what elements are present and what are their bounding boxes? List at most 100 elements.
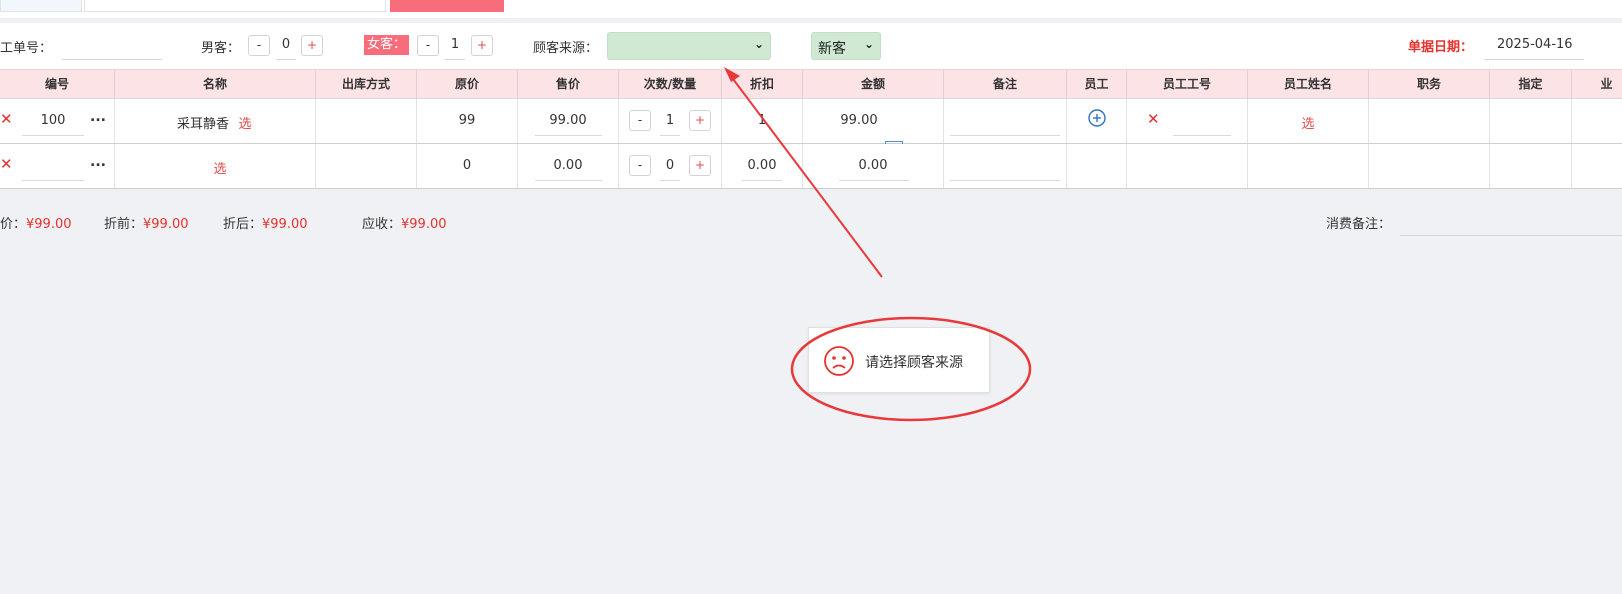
pick-employee-link[interactable]: 选 (1248, 113, 1368, 132)
discount-value[interactable]: 1 (722, 113, 802, 128)
employee-cell (1067, 144, 1127, 188)
qty-cell: - 1 + (619, 99, 722, 143)
female-count[interactable]: 1 (445, 37, 465, 52)
qty-value[interactable]: 1 (660, 113, 680, 128)
employee-no-input[interactable] (1173, 135, 1231, 136)
item-name: 采耳静香 (176, 117, 229, 132)
male-label: 男客： (201, 41, 241, 56)
qty-cell: - 0 + (619, 144, 722, 188)
column-header: 金额 (803, 70, 944, 99)
order-form-row: 工单号： 男客： - 0 + 女客： - 1 + 顾客来源： ⌄ 新客 ⌄ 单据… (0, 23, 1622, 69)
employee-no-cell (1127, 144, 1248, 188)
column-header: 次数/数量 (619, 70, 722, 99)
price-value[interactable]: 0.00 (518, 158, 618, 173)
table-header: 编号 名称 出库方式 原价 售价 次数/数量 折扣 金额 备注 员工 员工工号 … (0, 69, 1622, 99)
before-discount-summary: 折前：¥99.00 (104, 213, 189, 232)
female-count-underline (445, 59, 465, 60)
amount-value: 0.00 (858, 158, 888, 173)
orig-price-value: 0 (462, 158, 472, 173)
note-input[interactable] (950, 180, 1060, 181)
add-employee-icon[interactable] (1088, 109, 1106, 127)
receivable-label: 应收： (362, 217, 402, 232)
code-underline (22, 180, 84, 181)
amount-underline (839, 180, 909, 181)
orig-price-value: 99 (458, 113, 476, 128)
female-minus-button[interactable]: - (417, 35, 439, 56)
column-header: 备注 (944, 70, 1067, 99)
customer-type-select[interactable]: 新客 ⌄ (811, 32, 881, 60)
remark-input[interactable] (1400, 235, 1622, 236)
orig-price-cell: 0 (417, 144, 518, 188)
pick-item-link[interactable]: 选 (235, 113, 255, 132)
price-underline (535, 180, 602, 181)
employee-cell (1067, 99, 1127, 143)
column-header: 名称 (115, 70, 316, 99)
after-discount-summary: 折后：¥99.00 (223, 213, 308, 232)
qty-underline (660, 135, 680, 136)
position-cell (1369, 144, 1490, 188)
qty-minus-button[interactable]: - (629, 155, 651, 176)
position-cell (1369, 99, 1490, 143)
male-count[interactable]: 0 (276, 37, 296, 52)
column-header: 指定 (1490, 70, 1572, 99)
date-value[interactable]: 2025-04-16 (1497, 37, 1573, 52)
delete-row-icon[interactable]: ✕ (0, 155, 13, 173)
assigned-cell (1490, 144, 1572, 188)
customer-source-select[interactable]: ⌄ (607, 32, 771, 60)
female-plus-button[interactable]: + (471, 35, 493, 56)
price-value[interactable]: 99.00 (518, 113, 618, 128)
column-header: 业 (1572, 70, 1622, 99)
column-header: 折扣 (722, 70, 803, 99)
code-cell: ✕ ... (0, 144, 115, 188)
male-minus-button[interactable]: - (248, 35, 270, 56)
chevron-down-icon: ⌄ (863, 37, 874, 51)
source-label: 顾客来源： (533, 41, 599, 56)
before-label: 折前： (104, 217, 144, 232)
receivable-summary: 应收：¥99.00 (362, 213, 447, 232)
more-options-icon[interactable]: ... (90, 109, 106, 125)
remark-label: 消费备注： (1326, 217, 1392, 232)
delete-row-icon[interactable]: ✕ (0, 110, 13, 128)
top-search-input[interactable] (84, 0, 386, 12)
remove-employee-icon[interactable]: ✕ (1147, 110, 1160, 128)
summary-bar: 价：¥99.00 折前：¥99.00 折后：¥99.00 应收：¥99.00 消… (0, 203, 1622, 243)
column-header: 员工姓名 (1248, 70, 1369, 99)
method-cell (316, 144, 417, 188)
pick-item-link[interactable]: 选 (210, 158, 230, 177)
amount-cell: 99.00 (803, 99, 944, 143)
column-header: 职务 (1369, 70, 1490, 99)
more-options-icon[interactable]: ... (90, 154, 106, 170)
discount-value[interactable]: 0.00 (722, 158, 802, 173)
assigned-cell (1490, 99, 1572, 143)
price-underline (535, 135, 602, 136)
male-plus-button[interactable]: + (301, 35, 323, 56)
receivable-value: ¥99.00 (401, 217, 447, 232)
staff-no-label: 工单号： (0, 41, 53, 56)
male-count-underline (276, 59, 296, 60)
total-label: 价： (0, 217, 27, 232)
note-input[interactable] (950, 135, 1060, 136)
sad-face-icon (824, 346, 854, 376)
column-header: 员工 (1067, 70, 1127, 99)
qty-underline (660, 180, 680, 181)
toast-text: 请选择顾客来源 (865, 355, 963, 371)
chevron-down-icon: ⌄ (753, 37, 764, 51)
employee-name-cell: 选 (1248, 99, 1369, 143)
column-header: 出库方式 (316, 70, 417, 99)
name-cell: 采耳静香 选 (115, 99, 316, 143)
qty-minus-button[interactable]: - (629, 110, 651, 131)
qty-value[interactable]: 0 (660, 158, 680, 173)
amount-value: 99.00 (840, 113, 878, 128)
qty-plus-button[interactable]: + (689, 155, 711, 176)
top-tab[interactable] (0, 0, 82, 12)
qty-plus-button[interactable]: + (689, 110, 711, 131)
top-action-button[interactable] (390, 0, 504, 12)
table-row: ✕ ... 选 0 0.00 - 0 + 0.00 0.00 (0, 144, 1622, 189)
code-cell: ✕ 100 ... (0, 99, 115, 143)
after-value: ¥99.00 (262, 217, 308, 232)
staff-no-input[interactable] (62, 59, 162, 60)
code-value[interactable]: 100 (22, 113, 84, 128)
after-label: 折后： (223, 217, 263, 232)
column-header: 原价 (417, 70, 518, 99)
column-header: 售价 (518, 70, 619, 99)
